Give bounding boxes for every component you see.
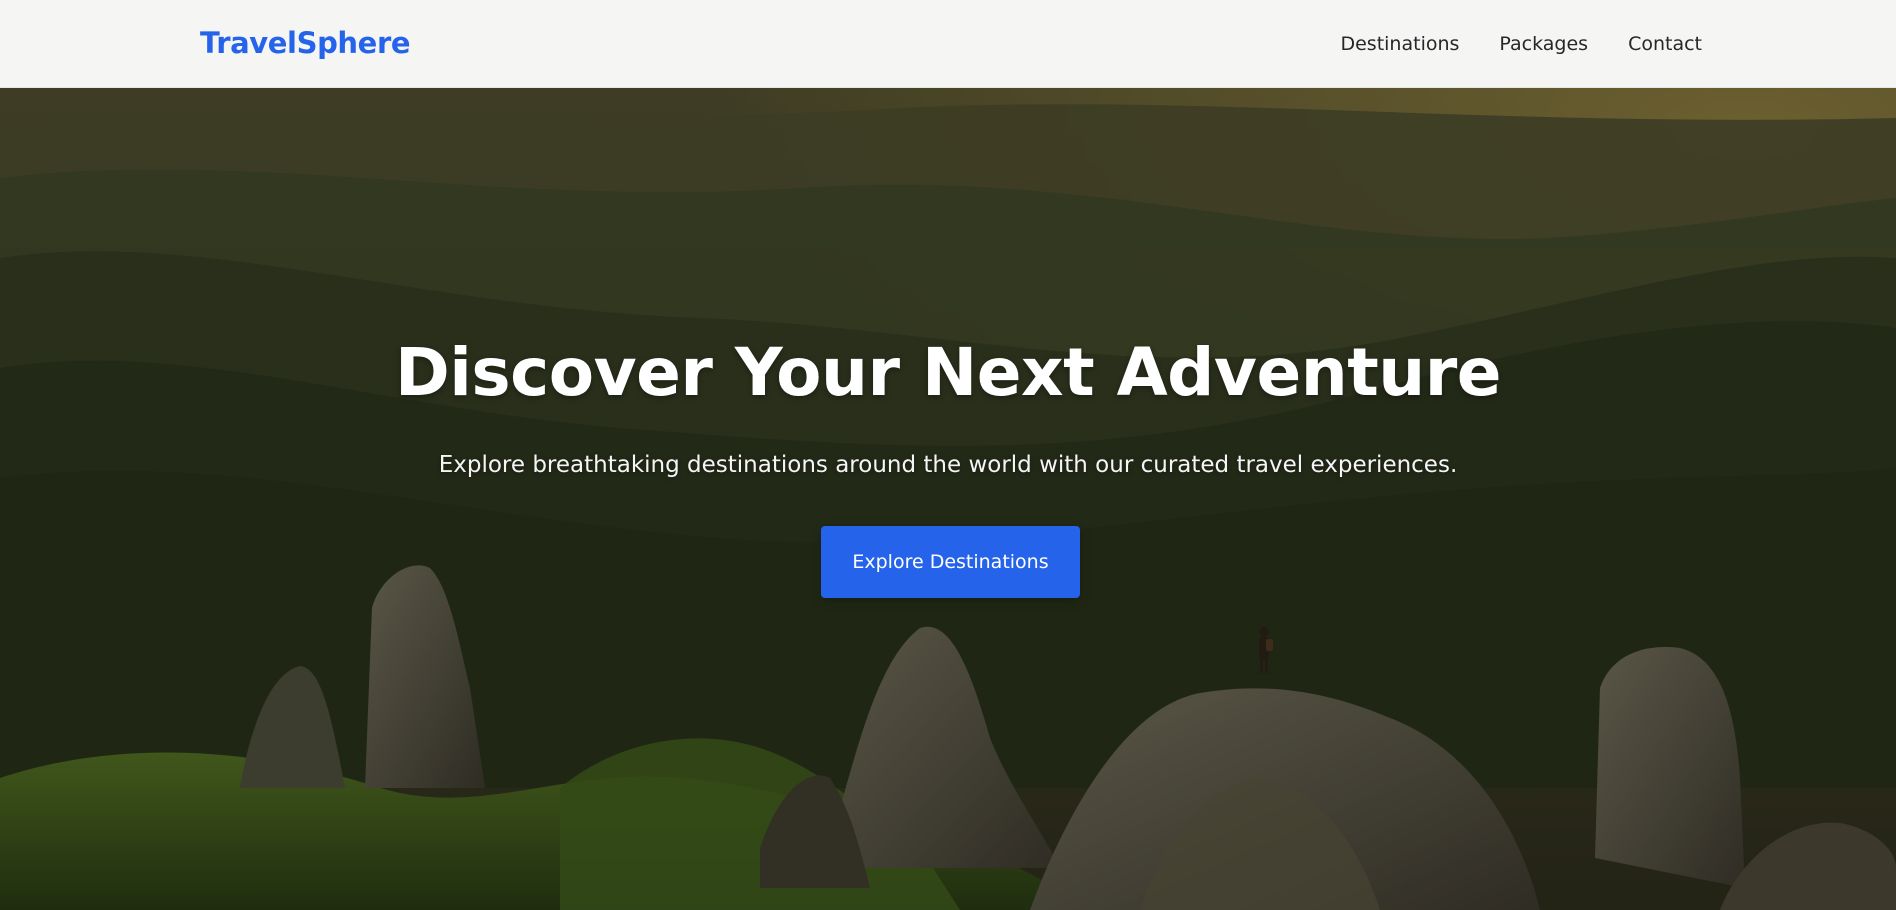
brand-logo[interactable]: TravelSphere bbox=[200, 26, 411, 60]
hero-section: Discover Your Next Adventure Explore bre… bbox=[0, 88, 1896, 910]
explore-destinations-button[interactable]: Explore Destinations bbox=[821, 526, 1080, 598]
nav-link-packages[interactable]: Packages bbox=[1499, 33, 1588, 55]
nav-link-destinations[interactable]: Destinations bbox=[1340, 33, 1459, 55]
hero-content: Discover Your Next Adventure Explore bre… bbox=[0, 88, 1896, 910]
main-nav: Destinations Packages Contact bbox=[1340, 33, 1702, 55]
hero-subtitle: Explore breathtaking destinations around… bbox=[438, 452, 1458, 478]
navbar: TravelSphere Destinations Packages Conta… bbox=[0, 0, 1896, 88]
nav-link-contact[interactable]: Contact bbox=[1628, 33, 1702, 55]
hero-title: Discover Your Next Adventure bbox=[394, 334, 1502, 411]
